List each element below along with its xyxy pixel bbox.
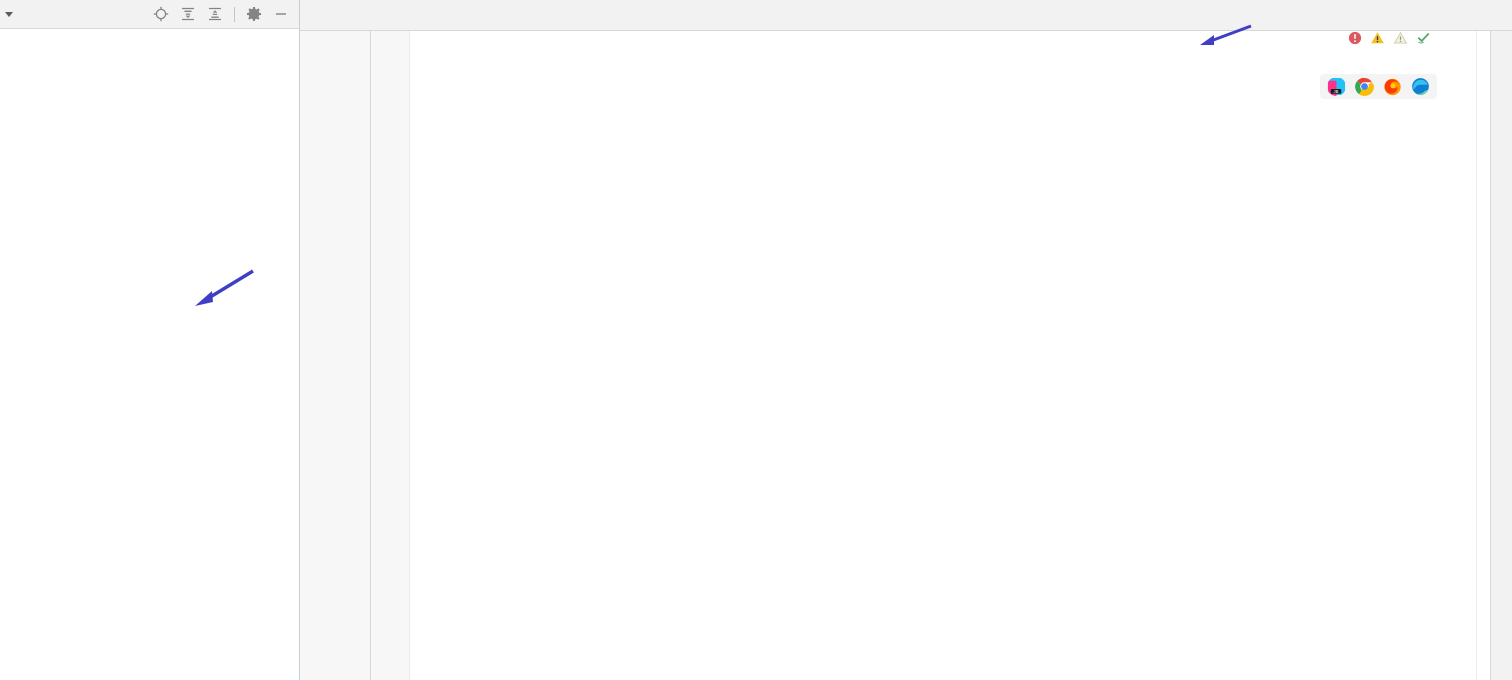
chrome-icon[interactable] [1355,77,1374,96]
code-editor[interactable] [300,31,1512,680]
editor-tab-bar[interactable] [300,0,1512,31]
jetbrains-browser-icon[interactable]: JB [1327,77,1346,96]
warning-count-group[interactable] [1370,31,1388,45]
weak-warning-icon [1393,31,1408,44]
open-in-browser-toolbar[interactable]: JB [1320,74,1437,99]
minimize-icon[interactable] [273,6,289,22]
project-title-dropdown[interactable] [5,11,13,17]
toolbar-divider [234,6,235,22]
fold-guide-line [370,31,371,680]
idea-window: JB [0,0,1512,680]
editor-gutter[interactable] [300,31,410,680]
error-stripe-scrollbar[interactable] [1476,31,1490,680]
error-icon [1348,31,1362,45]
svg-text:JB: JB [1333,89,1338,94]
locate-icon[interactable] [153,6,169,22]
chevron-down-icon [5,11,13,17]
collapse-all-icon[interactable] [207,6,223,22]
typo-count-group[interactable] [1416,31,1434,45]
error-count-group[interactable] [1348,31,1365,45]
typo-check-icon [1417,32,1430,44]
project-tool-window [0,0,300,680]
right-tool-window-bar[interactable] [1490,31,1512,680]
edge-icon[interactable] [1411,77,1430,96]
project-tree[interactable] [0,29,299,680]
firefox-icon[interactable] [1383,77,1402,96]
expand-all-icon[interactable] [180,6,196,22]
weak-warning-count-group[interactable] [1393,31,1411,45]
gear-icon[interactable] [246,6,262,22]
code-content[interactable] [410,31,1458,680]
warning-icon [1371,32,1384,44]
annotation-arrow-to-tab [1200,24,1252,45]
inspection-status-widget[interactable] [1348,31,1452,45]
annotation-arrow-to-file [195,269,254,306]
project-toolbar [0,0,299,29]
